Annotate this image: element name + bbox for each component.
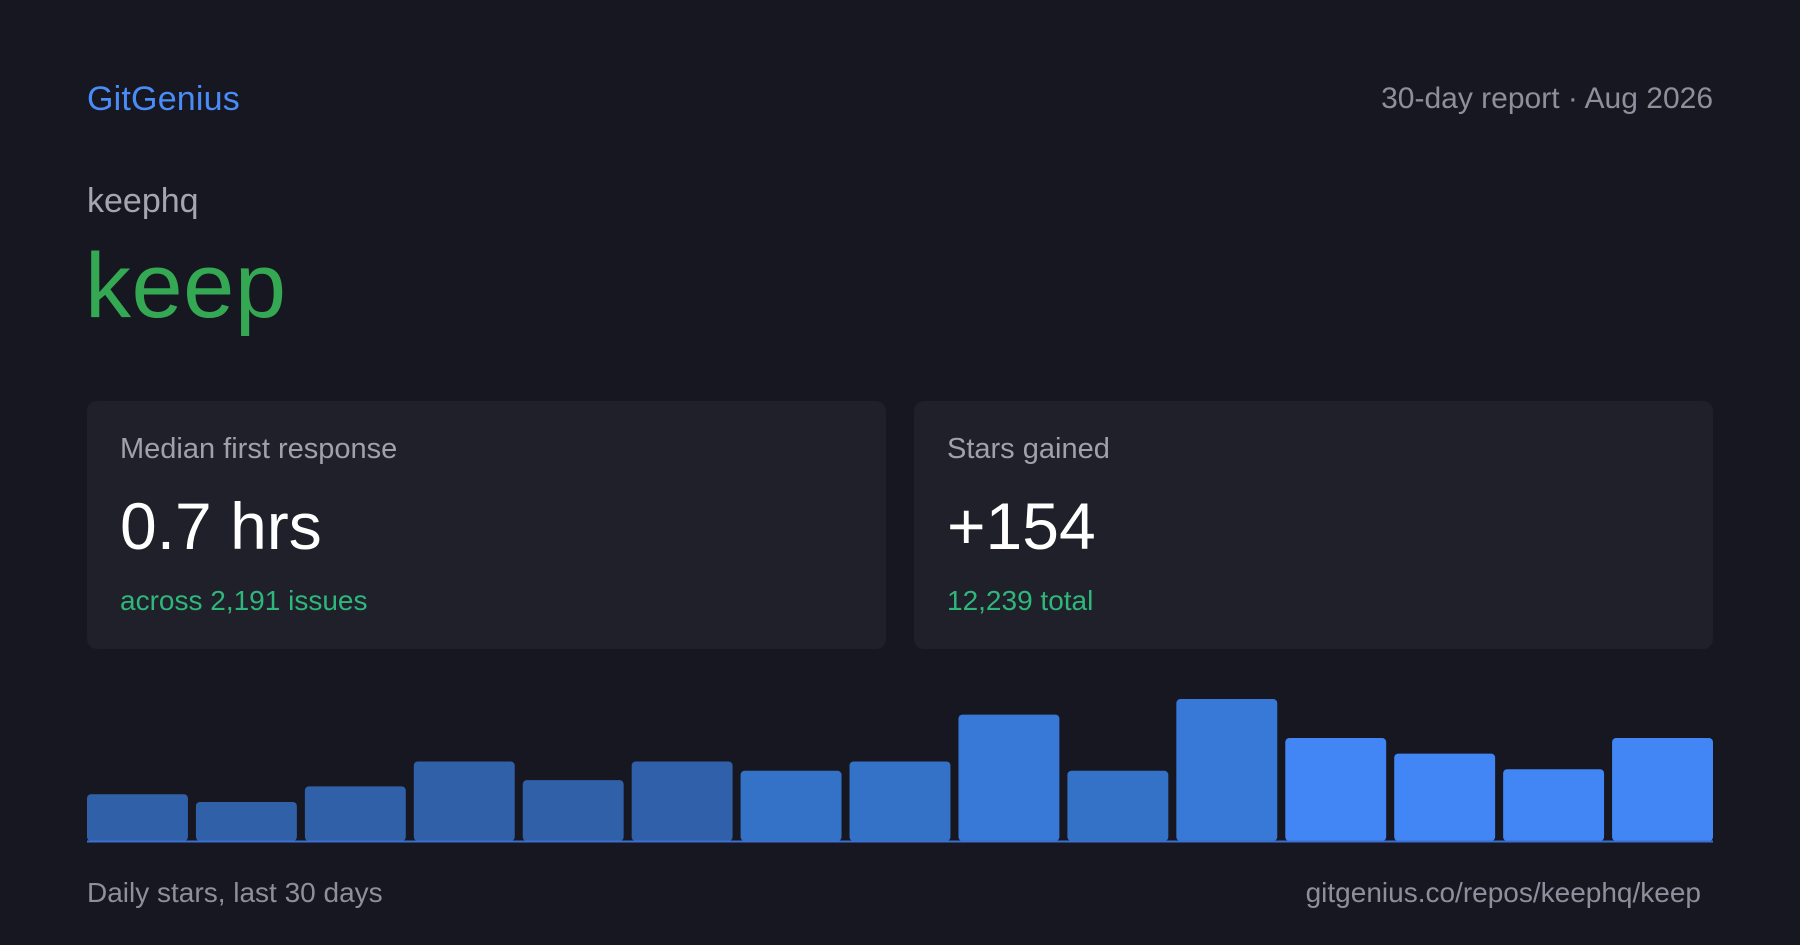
chart-bar-5 — [522, 780, 624, 841]
report-period: 30-day report · Aug 2026 — [1381, 82, 1713, 115]
chart-bar-14 — [1503, 769, 1605, 841]
chart-caption: Daily stars, last 30 days — [87, 877, 383, 908]
median-response-card: Median first response 0.7 hrs across 2,1… — [87, 401, 886, 649]
chart-bar-9 — [958, 714, 1060, 841]
chart-bar-13 — [1394, 753, 1496, 841]
chart-bar-15 — [1612, 738, 1713, 841]
median-response-value: 0.7 hrs — [120, 489, 322, 563]
stars-gained-value: +154 — [947, 489, 1096, 563]
chart-bar-4 — [413, 761, 515, 841]
repo-url-link[interactable]: gitgenius.co/repos/keephq/keep — [1306, 877, 1701, 909]
median-response-label: Median first response — [120, 433, 398, 465]
daily-stars-chart — [87, 690, 1713, 843]
repo-name[interactable]: keep — [85, 240, 287, 332]
chart-bar-7 — [740, 770, 842, 841]
chart-bar-2 — [195, 802, 297, 841]
chart-bar-1 — [87, 794, 188, 841]
daily-stars-chart-svg — [87, 699, 1713, 843]
stars-total-subtext: 12,239 total — [947, 585, 1094, 616]
chart-bar-8 — [849, 761, 951, 841]
repo-owner[interactable]: keephq — [87, 182, 199, 221]
chart-bar-10 — [1067, 770, 1169, 841]
stars-gained-card: Stars gained +154 12,239 total — [914, 401, 1713, 649]
stars-gained-label: Stars gained — [947, 433, 1110, 465]
chart-bar-12 — [1285, 738, 1387, 841]
median-response-subtext: across 2,191 issues — [120, 585, 368, 616]
report-page: GitGenius 30-day report · Aug 2026 keeph… — [0, 0, 1800, 945]
chart-bar-11 — [1176, 699, 1278, 841]
brand-logo[interactable]: GitGenius — [87, 80, 240, 119]
chart-bar-6 — [631, 761, 733, 841]
chart-bar-3 — [304, 786, 406, 841]
